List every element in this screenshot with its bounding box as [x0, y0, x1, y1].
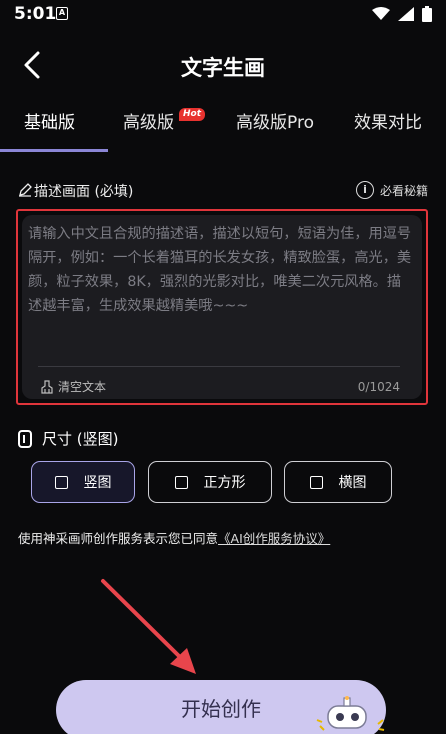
checkbox-icon — [54, 475, 68, 489]
size-option-portrait[interactable]: 竖图 — [31, 461, 135, 503]
tab-basic[interactable]: 基础版 — [24, 108, 75, 133]
tips-link[interactable]: i 必看秘籍 — [355, 181, 428, 199]
battery-icon — [422, 6, 432, 22]
description-label: 描述画面 (必填) — [34, 184, 134, 200]
clear-text-button[interactable]: 清空文本 — [40, 378, 106, 395]
wifi-icon — [372, 7, 390, 20]
description-header: 描述画面 (必填) i 必看秘籍 — [18, 181, 428, 203]
portrait-size-icon — [18, 429, 32, 448]
size-option-landscape[interactable]: 横图 — [284, 461, 392, 503]
info-icon: i — [355, 181, 374, 199]
page-title: 文字生画 — [181, 56, 265, 80]
size-label: 尺寸 (竖图) — [42, 430, 119, 448]
checkbox-icon — [309, 475, 323, 489]
status-icons — [372, 6, 432, 22]
size-option-square[interactable]: 正方形 — [148, 461, 272, 503]
tab-advanced[interactable]: 高级版 — [123, 108, 174, 133]
description-placeholder: 请输入中文且合规的描述语，描述以短句，短语为佳，用逗号隔开，例如：一个长着猫耳的… — [28, 226, 412, 314]
hot-badge: Hot — [179, 108, 206, 121]
pencil-icon — [19, 183, 32, 197]
clear-text-label: 清空文本 — [58, 380, 107, 394]
size-option-label: 横图 — [338, 475, 367, 491]
checkbox-icon — [174, 475, 188, 489]
tab-bar: 基础版 高级版 高级版Pro 效果对比 — [0, 108, 446, 148]
notification-app-icon: A — [56, 7, 68, 20]
size-option-label: 竖图 — [83, 475, 112, 491]
start-create-label: 开始创作 — [181, 697, 261, 721]
agreement-text: 使用神采画师创作服务表示您已同意《AI创作服务协议》 — [18, 528, 330, 547]
tab-advanced-pro[interactable]: 高级版Pro — [236, 108, 314, 133]
char-count: 0/1024 — [357, 380, 400, 394]
size-option-label: 正方形 — [203, 475, 246, 491]
active-tab-indicator — [0, 149, 108, 152]
status-bar: 5:01 A — [0, 0, 446, 30]
size-header: 尺寸 (竖图) — [18, 428, 118, 449]
agreement-prefix: 使用神采画师创作服务表示您已同意 — [18, 531, 219, 546]
tab-compare[interactable]: 效果对比 — [354, 108, 422, 133]
agreement-link[interactable]: 《AI创作服务协议》 — [218, 531, 330, 546]
broom-icon — [41, 379, 53, 394]
textarea-divider — [38, 366, 400, 367]
tips-text: 必看秘籍 — [379, 183, 428, 198]
status-time: 5:01 — [14, 4, 57, 24]
robot-mascot-icon — [316, 696, 385, 731]
signal-icon — [398, 7, 414, 21]
